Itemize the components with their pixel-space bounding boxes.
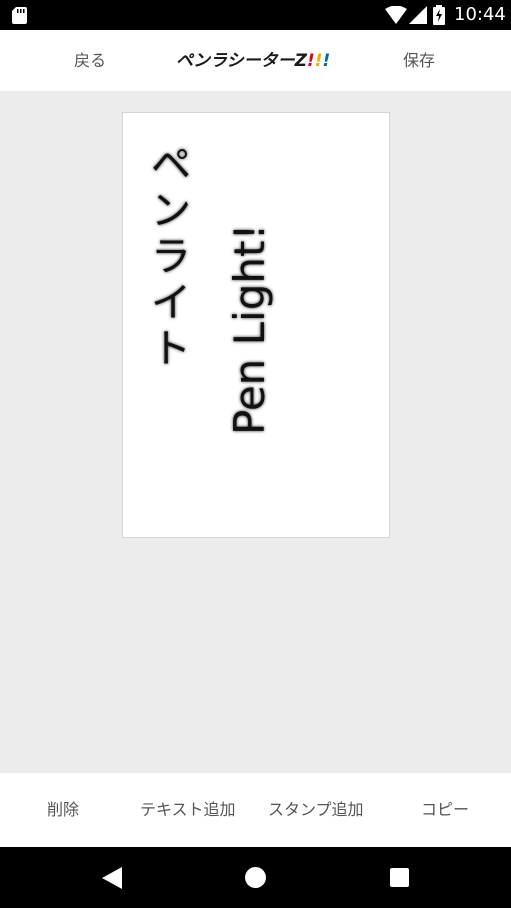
- canvas-text-japanese-char: ペ: [151, 142, 191, 188]
- copy-button[interactable]: コピー: [421, 773, 469, 847]
- canvas-text-japanese[interactable]: ペンライト: [146, 140, 196, 372]
- app-header: 戻る ペンラシーターZ!!! 保存: [0, 30, 511, 91]
- bottom-toolbar: 削除 テキスト追加 スタンプ追加 コピー: [0, 773, 511, 847]
- system-nav-bar: [0, 847, 511, 908]
- cell-signal-icon: [409, 6, 427, 24]
- app-logo: ペンラシーターZ!!!: [176, 46, 330, 76]
- back-button[interactable]: 戻る: [74, 30, 106, 91]
- canvas-text-japanese-char: イ: [151, 280, 191, 326]
- canvas-text-japanese-char: ラ: [151, 234, 191, 280]
- home-circle-icon[interactable]: [245, 867, 266, 888]
- status-bar: 10:44: [0, 0, 511, 30]
- save-button[interactable]: 保存: [403, 30, 435, 91]
- add-stamp-button[interactable]: スタンプ追加: [268, 773, 364, 847]
- battery-charging-icon: [433, 5, 445, 25]
- sd-card-icon: [12, 7, 27, 24]
- canvas-text-english[interactable]: Pen Light!: [222, 224, 278, 435]
- logo-text: ペンラシーターZ: [176, 51, 307, 71]
- add-text-button[interactable]: テキスト追加: [140, 773, 236, 847]
- back-triangle-icon[interactable]: [102, 867, 122, 889]
- logo-bang-1: !: [307, 51, 315, 71]
- status-time: 10:44: [454, 4, 506, 25]
- logo-bang-3: !: [322, 51, 331, 71]
- logo-bang-2: !: [314, 51, 323, 71]
- canvas-text-japanese-char: ン: [151, 188, 191, 234]
- canvas-text-english-wrap[interactable]: Pen Light!: [222, 205, 278, 435]
- recents-square-icon[interactable]: [390, 868, 409, 887]
- delete-button[interactable]: 削除: [47, 773, 79, 847]
- logo-exclamations: !!!: [307, 46, 330, 76]
- wifi-icon: [385, 6, 407, 24]
- canvas-text-japanese-char: ト: [151, 326, 191, 372]
